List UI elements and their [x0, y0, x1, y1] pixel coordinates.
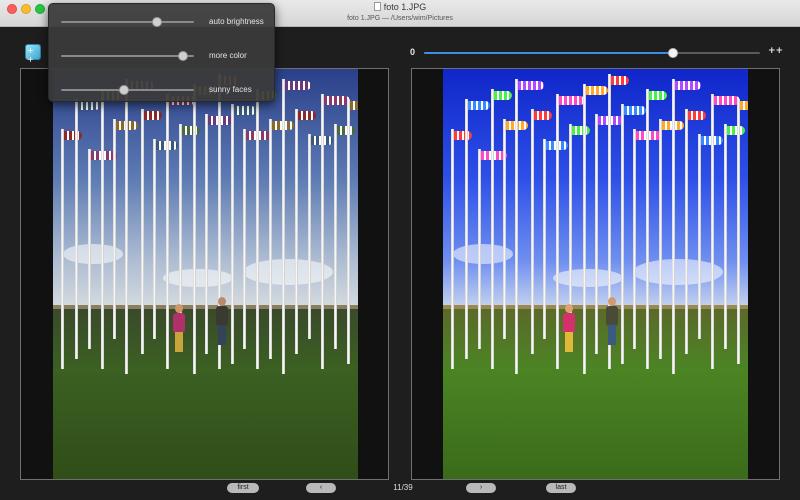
windsock	[559, 96, 585, 105]
pole	[101, 89, 104, 369]
pole	[685, 109, 688, 354]
windsock	[182, 126, 200, 135]
pole	[621, 104, 624, 364]
pole	[633, 129, 636, 349]
sunny-faces-slider-thumb[interactable]	[118, 85, 129, 95]
pole	[531, 109, 534, 354]
pole	[125, 79, 128, 374]
pole	[465, 99, 468, 359]
adjustment-row-more-color: more color	[49, 46, 276, 66]
pole	[724, 124, 727, 349]
windsock	[64, 131, 82, 140]
windsock	[649, 91, 667, 100]
image-counter: 11/39	[393, 483, 413, 492]
first-button[interactable]: first	[227, 483, 259, 493]
auto-brightness-slider-thumb[interactable]	[151, 17, 162, 27]
pole	[193, 84, 196, 374]
pole	[478, 149, 481, 349]
windsock	[350, 101, 358, 110]
pole	[295, 109, 298, 354]
windsock	[494, 91, 512, 100]
windsock	[337, 126, 355, 135]
windsock	[586, 86, 608, 95]
pole	[556, 94, 559, 369]
more-color-slider-track[interactable]	[61, 55, 194, 57]
pole	[113, 119, 116, 339]
pole	[243, 129, 246, 349]
pole	[672, 79, 675, 374]
adjustments-popover: auto brightness more color sunny faces	[48, 3, 275, 102]
pole	[153, 139, 156, 339]
pole	[282, 79, 285, 374]
pole	[308, 134, 311, 339]
previous-button[interactable]: ‹	[306, 483, 336, 493]
pole	[75, 99, 78, 359]
enhanced-photo	[443, 69, 748, 479]
last-button[interactable]: last	[546, 483, 576, 493]
original-image-frame	[20, 68, 389, 480]
more-color-label: more color	[209, 51, 247, 60]
pole	[231, 104, 234, 364]
windsock	[298, 111, 316, 120]
more-color-slider-thumb[interactable]	[178, 51, 189, 61]
sunny-faces-label: sunny faces	[209, 85, 252, 94]
pole	[737, 99, 740, 364]
pole	[503, 119, 506, 339]
app-window: foto 1.JPG foto 1.JPG — /Users/wim/Pictu…	[0, 0, 800, 500]
pole	[88, 149, 91, 349]
pole	[659, 119, 662, 359]
window-title-text: foto 1.JPG	[383, 2, 427, 12]
enhanced-image-frame	[411, 68, 780, 480]
windsock	[740, 101, 748, 110]
adjustment-row-sunny-faces: sunny faces	[49, 80, 276, 100]
pole	[491, 89, 494, 369]
document-icon	[373, 2, 381, 11]
windsock	[78, 101, 100, 110]
windsock	[234, 106, 256, 115]
windsock	[285, 81, 311, 90]
pole	[515, 79, 518, 374]
pole	[451, 129, 454, 369]
windsock	[675, 81, 701, 90]
pole	[256, 89, 259, 369]
strength-slider-track[interactable]	[424, 52, 760, 54]
pole	[321, 94, 324, 369]
pole	[646, 89, 649, 369]
strength-max-label: ++	[768, 46, 784, 56]
pole	[711, 94, 714, 369]
auto-brightness-label: auto brightness	[209, 17, 264, 26]
adjustment-row-auto-brightness: auto brightness	[49, 12, 276, 32]
original-photo	[53, 69, 358, 479]
pole	[543, 139, 546, 339]
windsock	[624, 106, 646, 115]
pole	[347, 99, 350, 364]
pole	[166, 94, 169, 369]
windsock	[727, 126, 745, 135]
pole	[205, 114, 208, 354]
windsock	[468, 101, 490, 110]
pole	[583, 84, 586, 374]
enhance-icon[interactable]	[25, 44, 41, 64]
windsock	[454, 131, 472, 140]
chevron-right-icon: ›	[479, 484, 483, 491]
windsock	[611, 76, 629, 85]
pole	[698, 134, 701, 339]
windsock	[572, 126, 590, 135]
auto-brightness-slider-track[interactable]	[61, 21, 194, 23]
pole	[334, 124, 337, 349]
pole	[595, 114, 598, 354]
windsock	[518, 81, 544, 90]
strength-slider-thumb[interactable]	[667, 48, 678, 58]
strength-slider-fill	[424, 52, 673, 54]
pole	[269, 119, 272, 359]
pole	[141, 109, 144, 354]
pole	[61, 129, 64, 369]
windsock	[534, 111, 552, 120]
strength-min-label: 0	[410, 47, 416, 57]
windsock	[688, 111, 706, 120]
windsock	[144, 111, 162, 120]
chevron-left-icon: ‹	[319, 484, 323, 491]
next-button[interactable]: ›	[466, 483, 496, 493]
